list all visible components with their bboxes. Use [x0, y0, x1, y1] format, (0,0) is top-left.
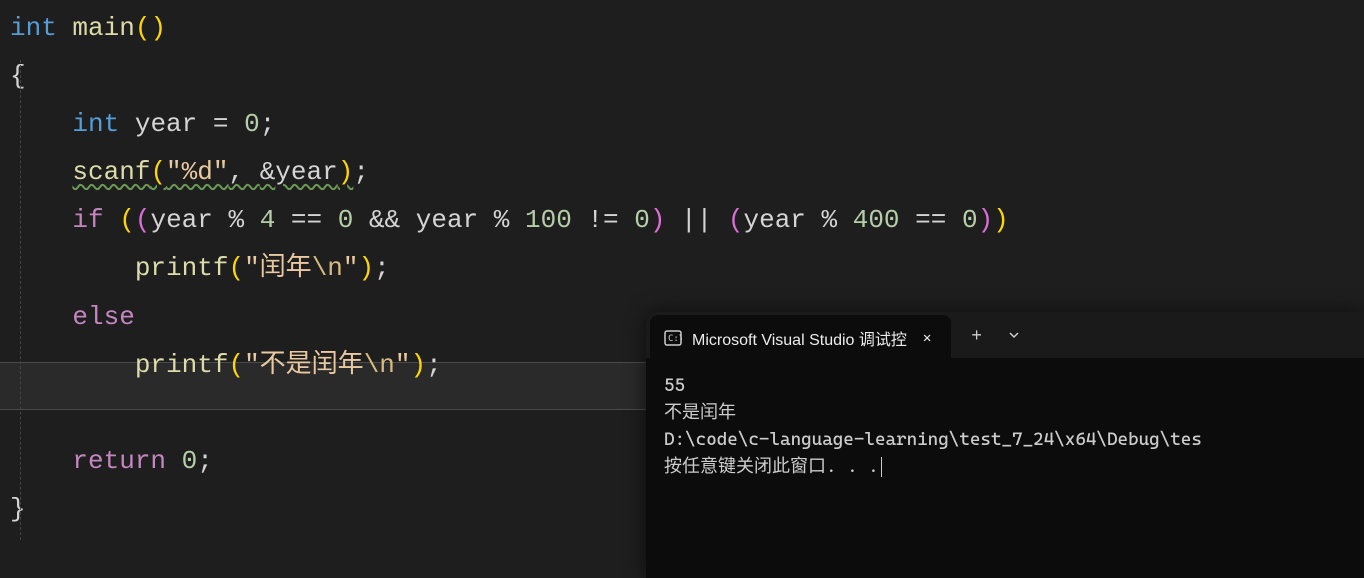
warning-squiggle[interactable]: scanf("%d", &year) [72, 157, 353, 187]
terminal-tab[interactable]: C:\ Microsoft Visual Studio 调试控 ✕ [650, 315, 951, 361]
tab-actions: + [963, 325, 1028, 346]
keyword-int: int [10, 13, 57, 43]
code-line: printf("闰年\n"); [10, 244, 1364, 292]
new-tab-button[interactable]: + [963, 325, 990, 346]
code-line: int year = 0; [10, 100, 1364, 148]
terminal-tab-title: Microsoft Visual Studio 调试控 [692, 326, 907, 350]
code-line: { [10, 52, 1364, 100]
function-main: main [72, 13, 134, 43]
terminal-line: D:\code\c-language-learning\test_7_24\x6… [664, 426, 1346, 453]
terminal-line: 按任意键关闭此窗口. . . [664, 453, 1346, 480]
tab-dropdown-button[interactable] [1000, 325, 1028, 346]
terminal-cursor [881, 457, 882, 477]
code-line: if ((year % 4 == 0 && year % 100 != 0) |… [10, 196, 1364, 244]
code-line: int main() [10, 4, 1364, 52]
svg-text:C:\: C:\ [668, 334, 682, 344]
terminal-line: 55 [664, 372, 1346, 399]
indent-guide [20, 60, 21, 540]
code-line: scanf("%d", &year); [10, 148, 1364, 196]
terminal-icon: C:\ [664, 329, 682, 347]
close-icon[interactable]: ✕ [917, 330, 937, 347]
terminal-titlebar[interactable]: C:\ Microsoft Visual Studio 调试控 ✕ + [646, 312, 1364, 358]
terminal-window[interactable]: C:\ Microsoft Visual Studio 调试控 ✕ + 55 不… [646, 312, 1364, 578]
terminal-output[interactable]: 55 不是闰年 D:\code\c-language-learning\test… [646, 358, 1364, 494]
terminal-line: 不是闰年 [664, 399, 1346, 426]
